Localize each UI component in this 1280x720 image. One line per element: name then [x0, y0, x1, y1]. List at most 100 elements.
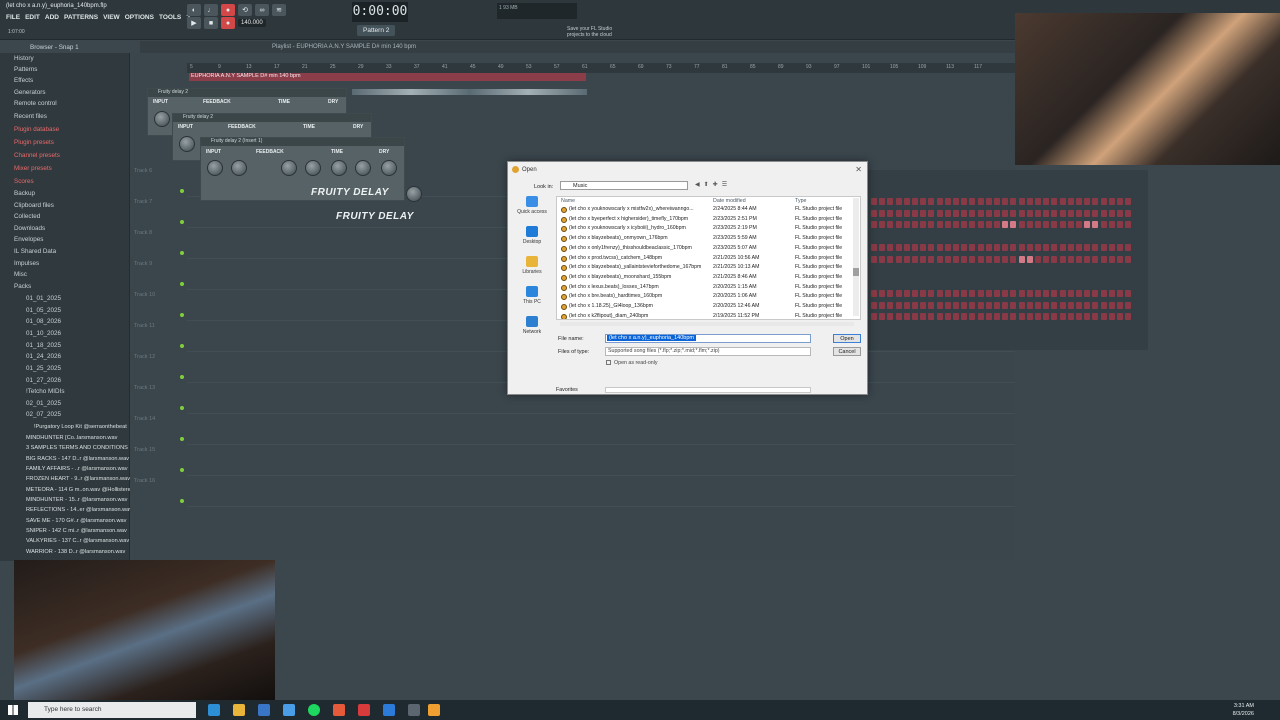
track-name[interactable]: Track 16: [134, 478, 155, 484]
step-button[interactable]: [1010, 209, 1017, 217]
step-button[interactable]: [969, 198, 976, 205]
step-button[interactable]: [985, 290, 992, 297]
step-button[interactable]: [1043, 301, 1050, 309]
step-button[interactable]: [1100, 209, 1107, 217]
new-folder-icon[interactable]: ✚: [713, 181, 718, 188]
step-button[interactable]: [1117, 209, 1123, 217]
browser-folder[interactable]: 01_05_2025: [26, 307, 61, 314]
clip-waveform[interactable]: [352, 89, 587, 95]
menu-add[interactable]: ADD: [45, 14, 59, 21]
step-button[interactable]: [994, 290, 1000, 297]
stop-icon[interactable]: ■: [204, 17, 218, 29]
horizontal-scrollbar[interactable]: [560, 322, 854, 326]
browser-file[interactable]: BIG RACKS - 147 D..r @larsmanson.wav: [26, 456, 129, 462]
step-button[interactable]: [977, 255, 984, 263]
step-button[interactable]: [1117, 313, 1123, 320]
track-enable-led[interactable]: [180, 282, 184, 286]
browser-file[interactable]: MINDHUNTER [Co..larsmanson.wav: [26, 435, 117, 441]
step-button[interactable]: [887, 255, 894, 263]
step-button[interactable]: [1092, 209, 1099, 217]
step-button[interactable]: [1125, 301, 1132, 309]
back-icon[interactable]: ◀: [695, 181, 700, 188]
step-button[interactable]: [994, 198, 1000, 205]
step-button[interactable]: [977, 290, 984, 297]
track-name[interactable]: Track 9: [134, 261, 152, 267]
step-button[interactable]: [903, 221, 910, 228]
step-button[interactable]: [1002, 255, 1009, 263]
step-button[interactable]: [928, 290, 935, 297]
track-name[interactable]: Track 10: [134, 292, 155, 298]
step-button[interactable]: [961, 244, 968, 251]
edge-icon[interactable]: [208, 704, 220, 716]
step-button[interactable]: [1043, 290, 1050, 297]
track-enable-led[interactable]: [180, 406, 184, 410]
step-button[interactable]: [1108, 244, 1115, 251]
step-button[interactable]: [1108, 255, 1115, 263]
track-name[interactable]: Track 6: [134, 168, 152, 174]
file-row[interactable]: (let cho x prod.twcss)_catchem_148bpm 2/2…: [559, 255, 855, 265]
step-button[interactable]: [961, 221, 968, 228]
step-button[interactable]: [944, 301, 951, 309]
step-button[interactable]: [961, 209, 968, 217]
browser-folder[interactable]: !Tetcho MIDIs: [26, 388, 65, 395]
step-button[interactable]: [1100, 198, 1107, 205]
step-button[interactable]: [969, 209, 976, 217]
step-button[interactable]: [1002, 290, 1009, 297]
step-button[interactable]: [1010, 198, 1017, 205]
browser-item-remote-control[interactable]: Remote control: [14, 100, 57, 107]
step-button[interactable]: [936, 255, 943, 263]
step-button[interactable]: [903, 313, 910, 320]
track-enable-led[interactable]: [180, 468, 184, 472]
step-button[interactable]: [994, 301, 1000, 309]
step-button[interactable]: [1125, 209, 1132, 217]
track-name[interactable]: Track 8: [134, 230, 152, 236]
step-button[interactable]: [1125, 221, 1132, 228]
browser-folder-open[interactable]: 02_07_2025: [26, 411, 61, 418]
step-button[interactable]: [985, 255, 992, 263]
step-button[interactable]: [1092, 290, 1099, 297]
step-button[interactable]: [1084, 198, 1091, 205]
app-icon[interactable]: [283, 704, 295, 716]
loop-record-icon[interactable]: ∞: [255, 4, 269, 16]
file-row[interactable]: (let cho x youknowscarly x mistfw2x)_whe…: [559, 206, 855, 216]
step-button[interactable]: [895, 301, 902, 309]
step-button[interactable]: [895, 313, 902, 320]
step-button[interactable]: [895, 244, 902, 251]
step-button[interactable]: [944, 313, 951, 320]
step-button[interactable]: [936, 198, 943, 205]
close-icon[interactable]: ✕: [855, 165, 862, 174]
file-row[interactable]: (let cho x blayzebeats)_onmyown_176bpm 2/…: [559, 235, 855, 245]
step-button[interactable]: [1051, 313, 1058, 320]
step-button[interactable]: [1067, 198, 1074, 205]
browser-file[interactable]: SAVE ME - 170 G#..r @larsmanson.wav: [26, 518, 126, 524]
step-button[interactable]: [871, 209, 877, 217]
step-button[interactable]: [1067, 209, 1074, 217]
step-button[interactable]: [1076, 301, 1082, 309]
step-button[interactable]: [903, 290, 910, 297]
column-type[interactable]: Type: [795, 198, 806, 204]
browser-folder[interactable]: 01_10_2026: [26, 330, 61, 337]
step-button[interactable]: [928, 244, 935, 251]
step-button[interactable]: [994, 209, 1000, 217]
app-icon[interactable]: [358, 704, 370, 716]
step-button[interactable]: [1076, 198, 1082, 205]
step-button[interactable]: [871, 255, 877, 263]
browser-item-effects[interactable]: Effects: [14, 77, 33, 84]
step-button[interactable]: [1100, 290, 1107, 297]
step-button[interactable]: [903, 198, 910, 205]
step-button[interactable]: [1100, 313, 1107, 320]
step-button[interactable]: [895, 221, 902, 228]
browser-folder[interactable]: 01_25_2025: [26, 365, 61, 372]
step-button[interactable]: [1125, 244, 1132, 251]
menu-tools[interactable]: TOOLS: [159, 14, 181, 21]
step-button[interactable]: [912, 290, 918, 297]
step-button[interactable]: [985, 301, 992, 309]
step-button[interactable]: [953, 313, 959, 320]
step-button[interactable]: [928, 255, 935, 263]
browser-folder[interactable]: 01_18_2025: [26, 342, 61, 349]
browser-item-impulses[interactable]: Impulses: [14, 260, 39, 267]
step-button[interactable]: [936, 209, 943, 217]
step-button[interactable]: [944, 290, 951, 297]
play-icon[interactable]: ▶: [187, 17, 201, 29]
browser-folder[interactable]: 02_01_2025: [26, 400, 61, 407]
